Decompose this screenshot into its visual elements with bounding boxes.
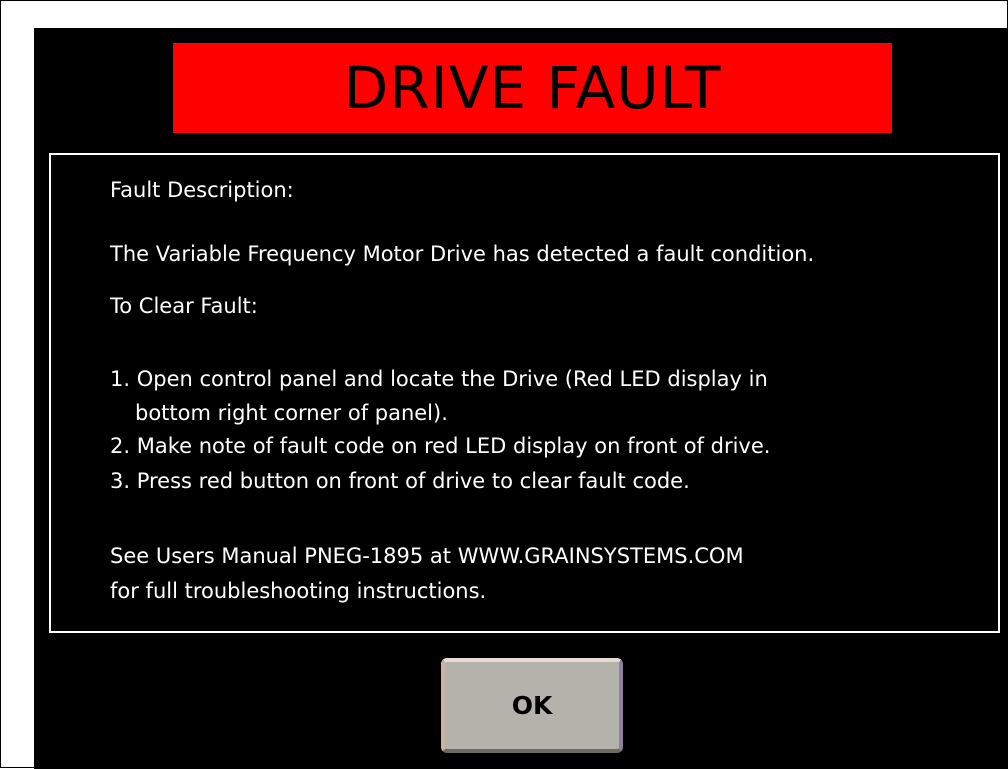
- step-2: 2. Make note of fault code on red LED di…: [110, 434, 771, 458]
- step-1-line-2: bottom right corner of panel).: [135, 401, 448, 425]
- window-frame: DRIVE FAULT Fault Description: The Varia…: [0, 0, 1008, 769]
- clear-fault-heading: To Clear Fault:: [110, 294, 258, 318]
- ok-button[interactable]: OK: [441, 658, 623, 753]
- fault-description-heading: Fault Description:: [110, 178, 294, 202]
- ok-button-label: OK: [511, 691, 553, 720]
- step-1-line-1: 1. Open control panel and locate the Dri…: [110, 367, 768, 391]
- fault-banner: DRIVE FAULT: [173, 43, 892, 133]
- fault-screen: DRIVE FAULT Fault Description: The Varia…: [34, 28, 1008, 769]
- manual-reference-line-2: for full troubleshooting instructions.: [110, 579, 487, 603]
- step-3: 3. Press red button on front of drive to…: [110, 469, 690, 493]
- manual-reference-line-1: See Users Manual PNEG-1895 at WWW.GRAINS…: [110, 544, 744, 568]
- banner-title: DRIVE FAULT: [343, 54, 722, 122]
- fault-description-text: The Variable Frequency Motor Drive has d…: [110, 242, 815, 266]
- fault-description-panel: Fault Description: The Variable Frequenc…: [49, 153, 1000, 633]
